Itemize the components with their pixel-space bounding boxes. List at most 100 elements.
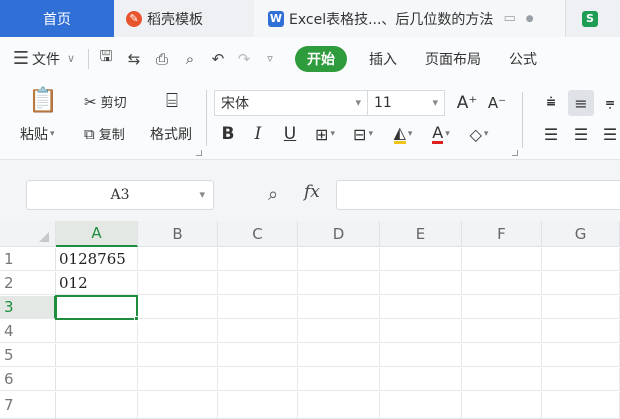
align-right-icon[interactable]: ☰ [600,122,620,146]
cell-empty[interactable] [462,344,542,367]
align-bottom-icon[interactable]: ⩦ [600,90,620,114]
file-menu[interactable]: ☰ 文件 ∨ [10,48,82,70]
cell-empty[interactable] [218,368,298,391]
cell-empty[interactable] [380,344,462,367]
font-color-button[interactable]: A ▾ [424,122,458,146]
cell-empty[interactable] [462,296,542,319]
cell-empty[interactable] [298,272,380,295]
decrease-font-icon[interactable]: A⁻ [486,90,508,116]
cell-empty[interactable] [218,272,298,295]
cell-empty[interactable] [56,392,138,419]
undo-icon[interactable]: ↶ [207,48,229,70]
font-size-select[interactable]: 11 ▾ [367,90,445,116]
cell-empty[interactable] [138,344,218,367]
cell-empty[interactable] [218,248,298,271]
cell-empty[interactable] [298,248,380,271]
cell-empty[interactable] [298,344,380,367]
align-middle-icon[interactable]: ≡ [568,90,594,116]
cell-empty[interactable] [138,272,218,295]
row-header-6[interactable]: 6 [0,368,56,391]
column-header-g[interactable]: G [542,221,620,247]
cell-empty[interactable] [298,368,380,391]
cell-empty[interactable] [542,392,620,419]
cell-empty[interactable] [380,392,462,419]
tab-insert[interactable]: 插入 [369,49,397,69]
insert-function-button[interactable]: fx [304,182,320,202]
active-cell-a3[interactable] [55,295,138,320]
cell-empty[interactable] [138,320,218,343]
increase-font-icon[interactable]: A⁺ [456,90,478,116]
row-header-2[interactable]: 2 [0,272,56,295]
column-header-d[interactable]: D [298,221,380,247]
cell-empty[interactable] [542,344,620,367]
cell-empty[interactable] [218,392,298,419]
formula-input[interactable] [336,180,620,210]
borders-button[interactable]: ⊞ ▾ [308,122,342,146]
row-header-4[interactable]: 4 [0,320,56,343]
cell-empty[interactable] [542,272,620,295]
cell-empty[interactable] [56,344,138,367]
italic-button[interactable]: I [248,122,268,146]
clipboard-dialog-launcher[interactable] [196,150,202,156]
cell-empty[interactable] [462,248,542,271]
print-icon[interactable]: ⎙ [151,48,173,70]
export-icon[interactable]: ⇆ [123,48,145,70]
row-header-3[interactable]: 3 [0,296,56,319]
tab-formula[interactable]: 公式 [509,49,537,69]
cell-empty[interactable] [462,392,542,419]
align-top-icon[interactable]: ⩧ [540,90,562,114]
cell-a1[interactable]: 0128765 [56,248,138,271]
cell-empty[interactable] [542,296,620,319]
tab-daoke-templates[interactable]: ✎ 稻壳模板 [114,0,254,37]
cut-button[interactable]: ✂ 剪切 [84,92,127,112]
cell-empty[interactable] [462,272,542,295]
format-painter-icon[interactable]: ⌸ [160,86,184,114]
monitor-icon[interactable]: ▭ [503,11,515,26]
row-header-5[interactable]: 5 [0,344,56,367]
align-left-icon[interactable]: ☰ [540,122,562,146]
cell-empty[interactable] [138,296,218,319]
customize-dropdown-icon[interactable]: ▿ [259,48,281,70]
format-painter-button[interactable]: 格式刷 [150,124,192,144]
column-header-f[interactable]: F [462,221,542,247]
underline-button[interactable]: U [280,122,300,146]
bold-button[interactable]: B [218,122,238,146]
font-dialog-launcher[interactable] [512,150,518,156]
cell-empty[interactable] [542,368,620,391]
dot-icon[interactable]: ● [526,14,534,24]
cell-empty[interactable] [380,368,462,391]
merge-button[interactable]: ⊟ ▾ [346,122,380,146]
tab-start[interactable]: 开始 [295,45,347,72]
cell-empty[interactable] [462,320,542,343]
cell-empty[interactable] [462,368,542,391]
fill-handle[interactable] [134,316,139,321]
cell-empty[interactable] [542,248,620,271]
column-header-a[interactable]: A [56,221,138,247]
cell-a2[interactable]: 012 [56,272,138,295]
cell-empty[interactable] [542,320,620,343]
tab-spreadsheet[interactable]: S [568,0,620,37]
font-name-select[interactable]: 宋体 ▾ [214,90,368,116]
tab-page-layout[interactable]: 页面布局 [425,49,481,69]
cell-empty[interactable] [298,296,380,319]
column-header-c[interactable]: C [218,221,298,247]
cell-empty[interactable] [138,368,218,391]
clear-format-button[interactable]: ◇ ▾ [462,122,496,146]
select-all-corner[interactable] [0,221,56,247]
cell-empty[interactable] [56,368,138,391]
save-icon[interactable]: 🖫 [95,47,117,70]
row-header-1[interactable]: 1 [0,248,56,271]
cell-empty[interactable] [380,248,462,271]
align-center-icon[interactable]: ☰ [570,122,592,146]
cell-empty[interactable] [380,272,462,295]
tab-home[interactable]: 首页 [0,0,114,37]
name-box[interactable]: A3 ▾ [26,180,214,210]
cell-empty[interactable] [380,296,462,319]
cell-empty[interactable] [138,248,218,271]
cell-empty[interactable] [218,296,298,319]
cell-empty[interactable] [56,320,138,343]
cell-empty[interactable] [218,344,298,367]
row-header-7[interactable]: 7 [0,392,56,419]
cell-empty[interactable] [218,320,298,343]
cell-empty[interactable] [380,320,462,343]
